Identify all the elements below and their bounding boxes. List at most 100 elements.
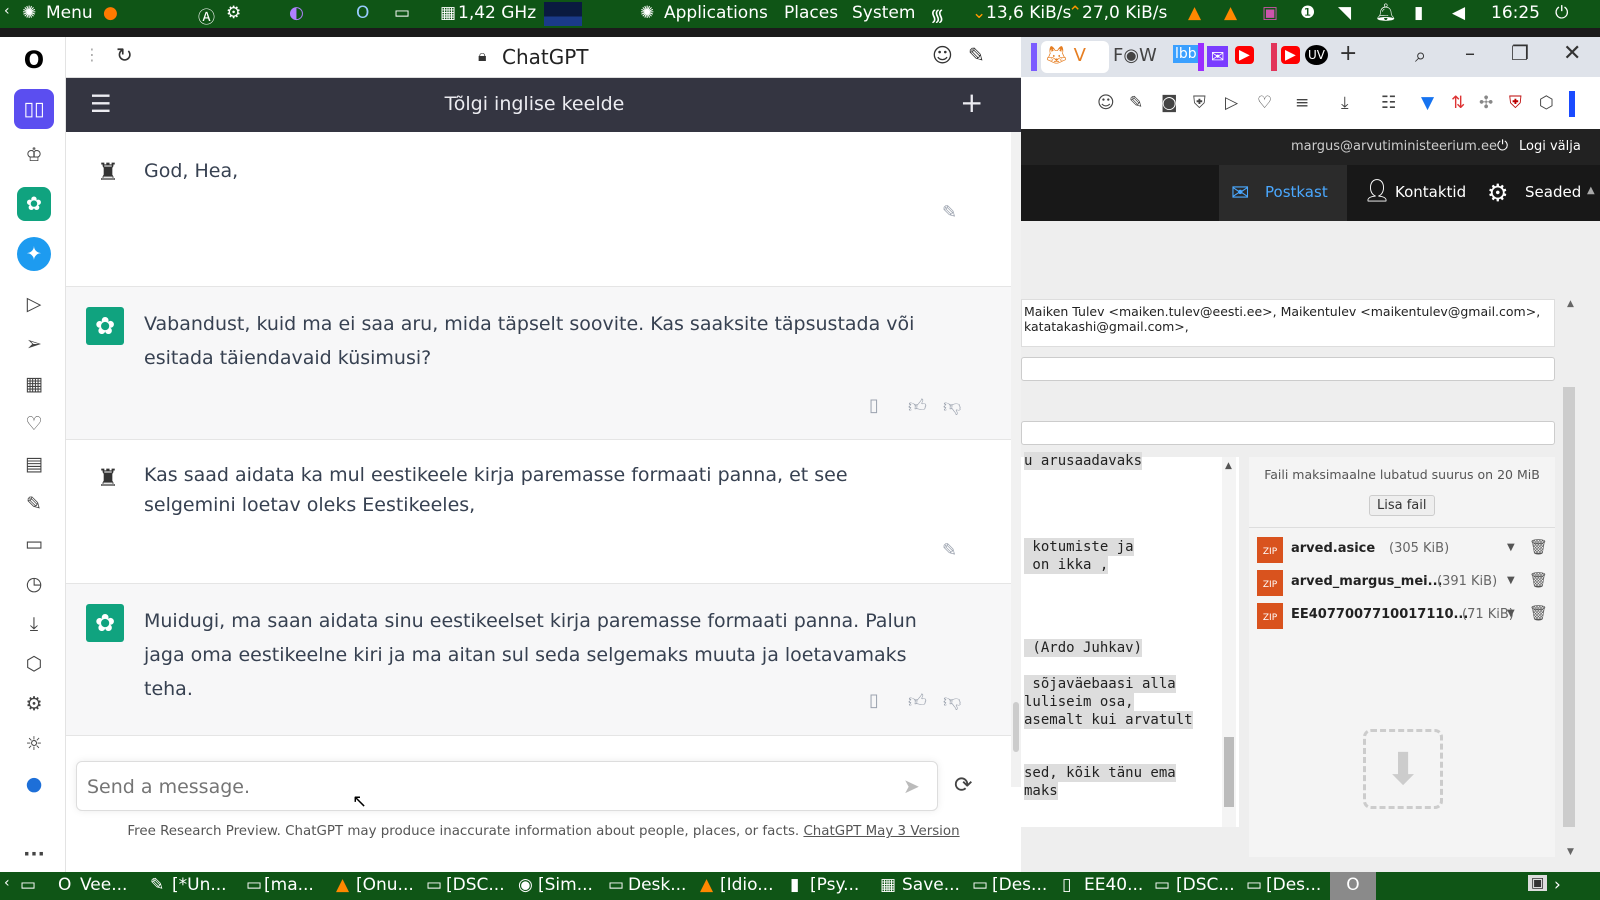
taskbar-item[interactable]: [*Un...	[172, 875, 227, 895]
app-a-icon[interactable]: Ⓐ	[198, 3, 215, 28]
message-input-box[interactable]: ➤	[76, 761, 938, 811]
taskbar-item[interactable]: [DSC...	[446, 875, 505, 895]
thumbs-up-icon[interactable]: 👍︎	[908, 395, 927, 417]
vpn-shield-icon[interactable]: ⛨	[1193, 93, 1206, 113]
crown-icon[interactable]: ♔	[17, 138, 51, 172]
tab-metamask[interactable]: 🦊︎ V	[1041, 41, 1109, 73]
taskbar-item[interactable]: [Onu...	[356, 875, 414, 895]
youtube-icon[interactable]: ▶	[1235, 46, 1254, 64]
taskbar-item[interactable]: Desk...	[628, 875, 686, 895]
settings-tray-icon[interactable]: ⚙	[226, 3, 241, 23]
tab-group-icons[interactable]: F◉W	[1113, 45, 1157, 66]
edit-icon[interactable]: ✎	[942, 540, 957, 561]
tray-info-icon[interactable]: ❶	[1300, 3, 1315, 23]
taskbar-item[interactable]: [ma...	[264, 875, 314, 895]
applications-menu[interactable]: Applications	[664, 3, 768, 23]
system-menu[interactable]: System	[852, 3, 915, 23]
compose-scroll-thumb[interactable]	[1563, 387, 1575, 827]
book-icon[interactable]: ▯▯	[14, 89, 54, 129]
menu-button[interactable]: Menu	[46, 3, 93, 23]
drag-handle-icon[interactable]: ⋮	[84, 45, 100, 64]
cube-icon[interactable]: ⬡	[1539, 93, 1554, 113]
compose-scrollbar[interactable]: ▲ ▼	[1559, 299, 1589, 859]
chatgpt-sidebar-icon[interactable]: ✿	[17, 187, 51, 221]
taskbar-item[interactable]: [DSC...	[1176, 875, 1235, 895]
nav-kontaktid[interactable]: 👤︎ Kontaktid	[1347, 165, 1477, 221]
emoji-toolbar-icon[interactable]: ☺	[1097, 93, 1115, 113]
notification-bell-icon[interactable]: 🔔︎	[1375, 3, 1397, 23]
copy-icon[interactable]: ▯	[869, 395, 879, 416]
speed-dial-icon[interactable]: ▦	[17, 367, 51, 401]
maximize-icon[interactable]: ❐	[1511, 41, 1529, 65]
taskbar-item[interactable]: [Sim...	[538, 875, 593, 895]
taskbar-item[interactable]: [Psy...	[810, 875, 859, 895]
extension-icon-2[interactable]: ⇅	[1451, 93, 1465, 113]
taskbar-item[interactable]: [Idio...	[720, 875, 773, 895]
emoji-icon[interactable]: ☺	[932, 43, 953, 67]
logout-icon[interactable]: ⏻	[1497, 138, 1508, 154]
edit-toolbar-icon[interactable]: ✎	[1129, 93, 1143, 113]
wifi-icon[interactable]: ◥	[1338, 3, 1351, 23]
camera-icon[interactable]: ◙	[1161, 93, 1178, 113]
nav-seaded[interactable]: ⚙ Seaded ▲	[1477, 165, 1600, 221]
lightbulb-icon[interactable]: ☼	[17, 727, 51, 761]
taskbar-right-arrow-icon[interactable]: ›	[1554, 875, 1561, 895]
firefox-icon[interactable]: ●	[103, 3, 118, 23]
attachment-menu-icon[interactable]: ▼	[1507, 608, 1515, 619]
terminal-icon[interactable]: ▭	[394, 3, 410, 23]
puzzle-icon[interactable]: ✣	[1479, 93, 1493, 113]
trash-icon[interactable]: 🗑︎	[1529, 604, 1548, 622]
twitter-icon[interactable]: ✦	[17, 237, 51, 271]
subject-field[interactable]	[1021, 421, 1555, 445]
attachment-menu-icon[interactable]: ▼	[1507, 542, 1515, 553]
extensions-icon[interactable]: ⬡	[17, 647, 51, 681]
scrollbar-thumb[interactable]	[1013, 702, 1019, 752]
tor-icon[interactable]: ◐	[289, 3, 304, 23]
attachment-row[interactable]: ZIP EE4077007710017110... (71 KiB) ▼ 🗑︎	[1249, 601, 1555, 631]
close-window-icon[interactable]: ✕	[1563, 41, 1581, 66]
tray-app-icon[interactable]: ▣	[1262, 3, 1278, 23]
places-menu[interactable]: Places	[784, 3, 838, 23]
drop-zone-download-icon[interactable]: ⬇	[1363, 729, 1443, 809]
cc-field[interactable]	[1021, 357, 1555, 381]
pin-icon[interactable]: ✎	[968, 43, 985, 67]
trash-icon[interactable]: 🗑︎	[1529, 571, 1548, 589]
send-toolbar-icon[interactable]: ▷	[1225, 93, 1238, 113]
chat-scrollbar[interactable]	[1011, 132, 1021, 787]
tab-mail-icon[interactable]: ✉	[1207, 46, 1229, 67]
easy-setup-icon[interactable]: ☷	[1381, 93, 1396, 113]
tab-lbb[interactable]: lbb	[1173, 45, 1199, 63]
scroll-up-icon[interactable]: ▲	[1567, 299, 1574, 309]
taskbar-item[interactable]: Vee...	[80, 875, 127, 895]
taskbar-item[interactable]: Save...	[902, 875, 960, 895]
vlc-icon[interactable]: ▲	[1188, 3, 1201, 23]
battery-icon[interactable]: ▮	[1414, 3, 1423, 23]
version-link[interactable]: ChatGPT May 3 Version	[803, 824, 959, 839]
clock[interactable]: 16:25	[1491, 3, 1540, 23]
body-scroll-up-icon[interactable]: ▲	[1225, 461, 1232, 471]
youtube-icon-2[interactable]: ▶	[1281, 46, 1300, 64]
message-input[interactable]	[87, 774, 887, 800]
taskbar-item[interactable]: [Des...	[1266, 875, 1321, 895]
logout-link[interactable]: Logi välja	[1519, 139, 1581, 154]
copy-icon[interactable]: ▯	[869, 690, 879, 711]
thumbs-down-icon[interactable]: 👎︎	[943, 690, 961, 712]
body-scrollbar[interactable]: ▲	[1222, 457, 1236, 827]
attachment-menu-icon[interactable]: ▼	[1507, 575, 1515, 586]
taskbar-item[interactable]: [Des...	[992, 875, 1047, 895]
attachment-row[interactable]: ZIP arved.asice (305 KiB) ▼ 🗑︎	[1249, 535, 1555, 565]
news-icon[interactable]: ▤	[17, 447, 51, 481]
add-file-button[interactable]: Lisa fail	[1369, 495, 1435, 516]
taskbar-item[interactable]: EE40...	[1084, 875, 1143, 895]
edit-icon[interactable]: ✎	[942, 202, 957, 223]
download-toolbar-icon[interactable]: ⤓	[1341, 93, 1349, 113]
pinboard-icon[interactable]: ✎	[17, 487, 51, 521]
uv-icon[interactable]: UV	[1305, 45, 1328, 65]
thumbs-down-icon[interactable]: 👎︎	[943, 395, 961, 417]
vlc-icon-2[interactable]: ▲	[1224, 3, 1237, 23]
send-icon[interactable]: ➢	[17, 327, 51, 361]
settings-icon[interactable]: ⚙	[17, 687, 51, 721]
extension-icon[interactable]: ▼	[1421, 93, 1434, 113]
reload-icon[interactable]: ↻	[116, 43, 133, 67]
minimize-icon[interactable]: –	[1465, 41, 1475, 65]
